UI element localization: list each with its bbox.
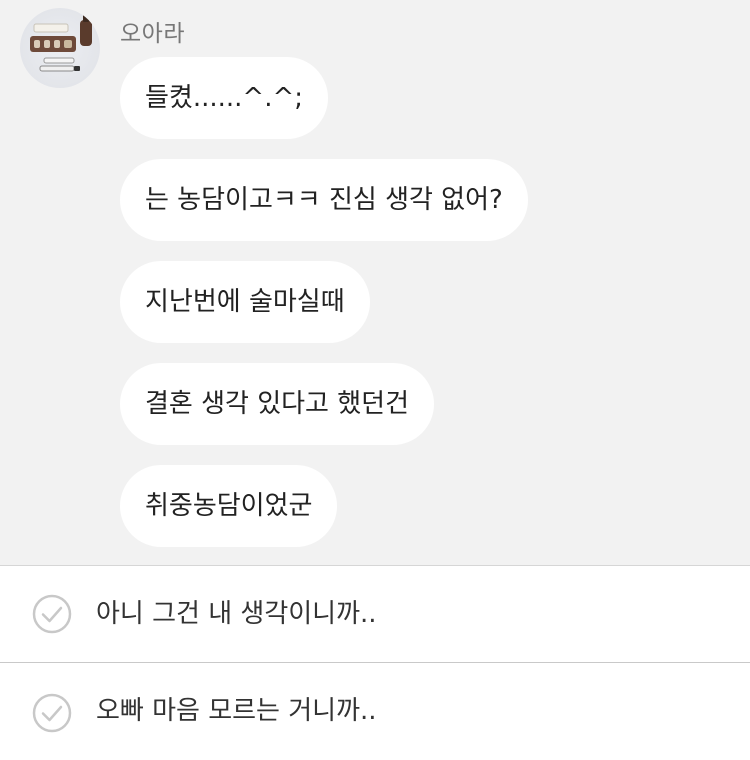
reply-choice-1[interactable]: 아니 그건 내 생각이니까.. (0, 566, 750, 663)
message-bubble: 는 농담이고ㅋㅋ 진심 생각 없어? (120, 159, 528, 241)
product-photo-avatar-icon (30, 14, 92, 72)
message-bubble: 지난번에 술마실때 (120, 261, 370, 343)
check-circle-icon (32, 693, 72, 733)
reply-choice-label: 오빠 마음 모르는 거니까.. (96, 696, 377, 726)
sender-name: 오아라 (120, 21, 185, 47)
message-bubble: 들켰......^.^; (120, 57, 329, 139)
chat-area: 오아라 들켰......^.^; 는 농담이고ㅋㅋ 진심 생각 없어? 지난번에… (0, 0, 750, 566)
reply-choice-2[interactable]: 오빠 마음 모르는 거니까.. (0, 663, 750, 760)
check-circle-icon (32, 594, 72, 634)
message-bubble: 취중농담이었군 (120, 465, 338, 547)
message-bubble: 결혼 생각 있다고 했던건 (120, 363, 434, 445)
sender-avatar[interactable] (20, 8, 100, 88)
reply-choice-label: 아니 그건 내 생각이니까.. (96, 599, 377, 629)
